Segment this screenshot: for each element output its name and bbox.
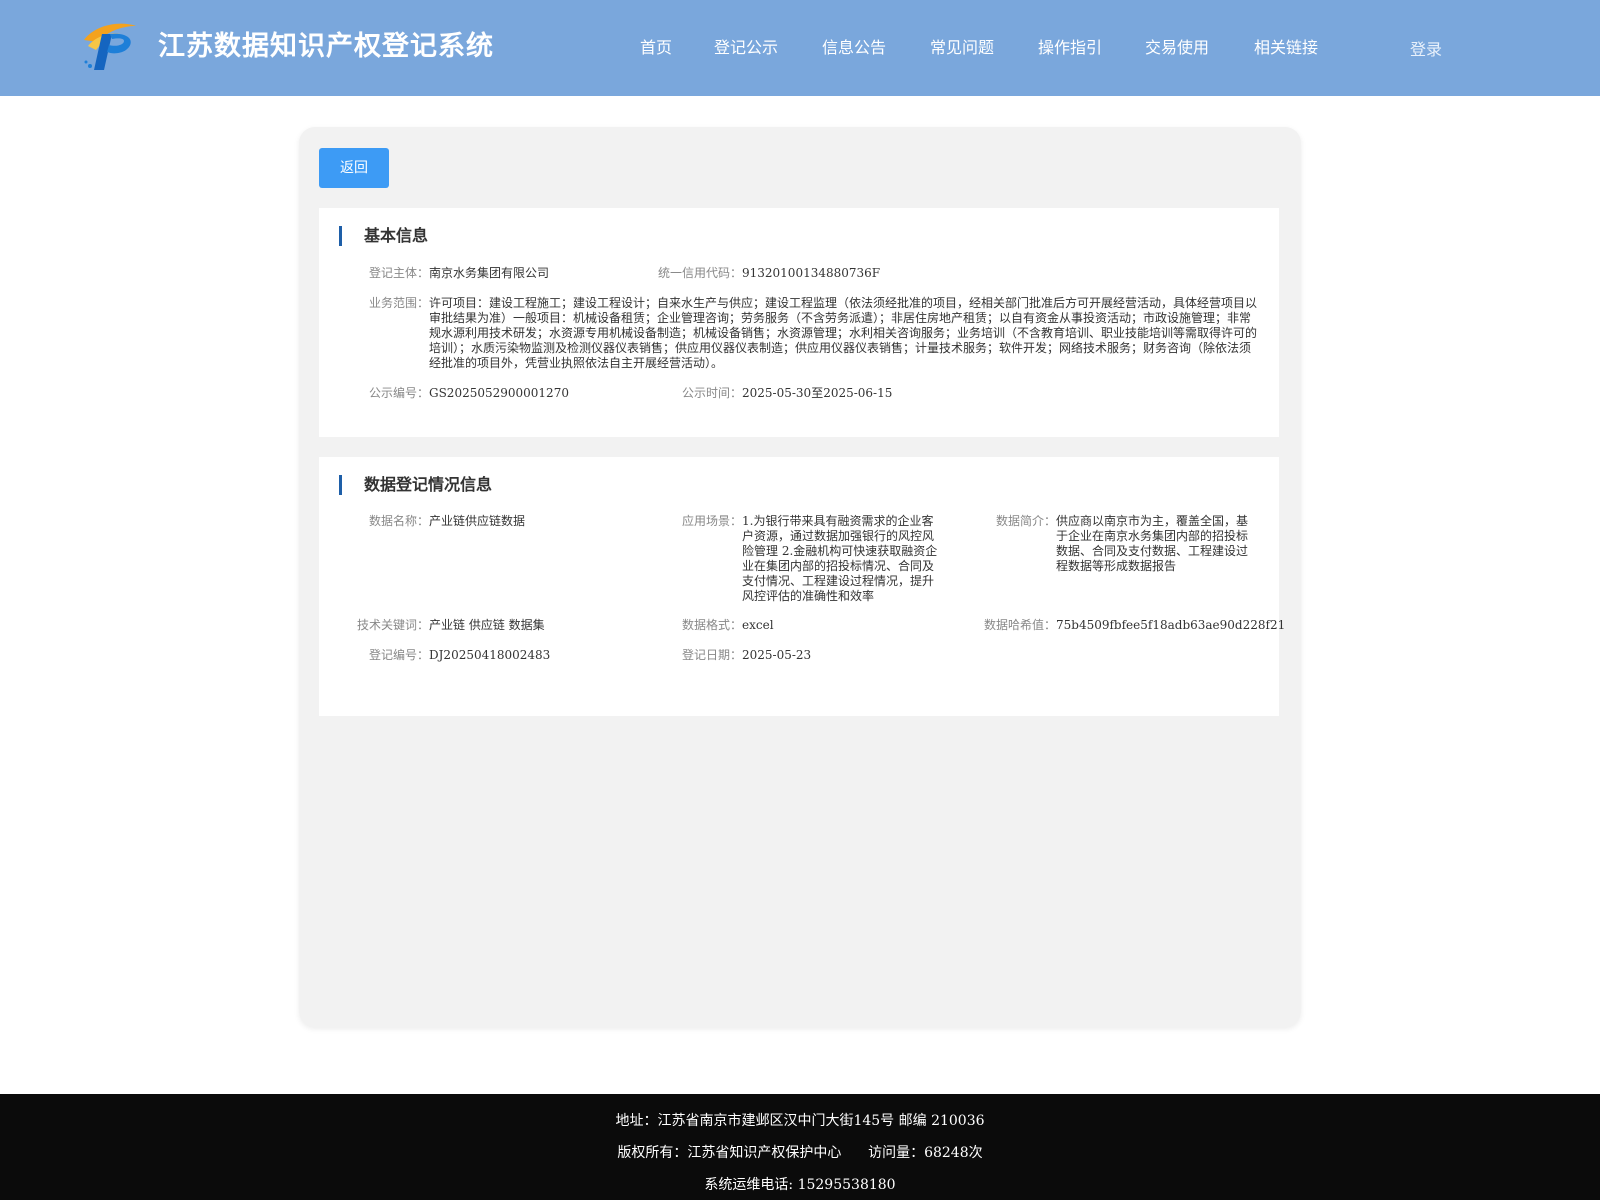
nav-registration-notice[interactable]: 登记公示 — [714, 34, 778, 58]
section-title-data-registration: 数据登记情况信息 — [339, 475, 492, 495]
data-registration-card: 数据登记情况信息 数据名称： 产业链供应链数据 应用场景： 1.为银行带来具有融… — [319, 457, 1286, 716]
field-label: 统一信用代码： — [657, 266, 742, 280]
nav-announcements[interactable]: 信息公告 — [822, 34, 886, 58]
field-value: 1.为银行带来具有融资需求的企业客户资源，通过数据加强银行的风控风险管理 2.金… — [742, 514, 938, 603]
field-value: GS2025052900001270 — [429, 386, 569, 400]
field-business-scope: 业务范围： 许可项目：建设工程施工；建设工程设计；自来水生产与供应；建设工程监理… — [369, 296, 1259, 371]
field-label: 登记日期： — [681, 648, 742, 662]
back-button[interactable]: 返回 — [319, 148, 389, 188]
field-label: 技术关键词： — [356, 618, 429, 632]
field-value: 许可项目：建设工程施工；建设工程设计；自来水生产与供应；建设工程监理（依法须经批… — [429, 296, 1258, 370]
field-value: excel — [742, 618, 774, 632]
field-registration-number: 登记编号： DJ20250418002483 — [369, 648, 629, 663]
field-label: 数据名称： — [368, 514, 429, 528]
footer-copyright: 版权所有：江苏省知识产权保护中心 访问量：68248次 — [617, 1145, 983, 1161]
nav-trade-use[interactable]: 交易使用 — [1145, 34, 1209, 58]
field-label: 公示时间： — [681, 386, 742, 400]
field-data-format: 数据格式： excel — [682, 618, 942, 633]
footer-hotline: 系统运维电话: 15295538180 — [704, 1177, 896, 1193]
field-registrant: 登记主体： 南京水务集团有限公司 — [369, 266, 629, 281]
field-value: 91320100134880736F — [742, 266, 881, 280]
site-footer: 地址：江苏省南京市建邺区汉中门大街145号 邮编 210036 版权所有：江苏省… — [0, 1094, 1600, 1200]
field-label: 应用场景： — [681, 514, 742, 528]
field-data-name: 数据名称： 产业链供应链数据 — [369, 514, 629, 529]
field-value: 产业链 供应链 数据集 — [429, 618, 545, 632]
field-data-intro: 数据简介： 供应商以南京市为主，覆盖全国，基于企业在南京水务集团内部的招投标数据… — [996, 514, 1252, 574]
field-label: 数据哈希值： — [983, 618, 1056, 632]
field-label: 登记编号： — [368, 648, 429, 662]
nav-related-links[interactable]: 相关链接 — [1254, 34, 1318, 58]
field-label: 数据简介： — [995, 514, 1056, 528]
footer-address: 地址：江苏省南京市建邺区汉中门大街145号 邮编 210036 — [615, 1113, 985, 1129]
field-value: 75b4509fbfee5f18adb63ae90d228f21 — [1056, 618, 1286, 632]
field-label: 业务范围： — [368, 296, 429, 310]
section-title-basic-info: 基本信息 — [339, 226, 428, 246]
field-label: 公示编号： — [368, 386, 429, 400]
login-link[interactable]: 登录 — [1410, 36, 1442, 60]
field-notice-number: 公示编号： GS2025052900001270 — [369, 386, 689, 401]
field-value: DJ20250418002483 — [429, 648, 551, 662]
field-tech-keywords: 技术关键词： 产业链 供应链 数据集 — [357, 618, 629, 633]
field-value: 供应商以南京市为主，覆盖全国，基于企业在南京水务集团内部的招投标数据、合同及支付… — [1056, 514, 1249, 573]
field-notice-period: 公示时间： 2025-05-30至2025-06-15 — [682, 386, 1042, 401]
nav-faq[interactable]: 常见问题 — [930, 34, 994, 58]
field-credit-code: 统一信用代码： 91320100134880736F — [658, 266, 1042, 281]
nav-home[interactable]: 首页 — [640, 34, 672, 58]
field-registration-date: 登记日期： 2025-05-23 — [682, 648, 942, 663]
field-application-scenario: 应用场景： 1.为银行带来具有融资需求的企业客户资源，通过数据加强银行的风控风险… — [682, 514, 942, 604]
top-header: 江苏数据知识产权登记系统 首页 登记公示 信息公告 常见问题 操作指引 交易使用… — [0, 0, 1600, 96]
field-value: 南京水务集团有限公司 — [429, 266, 550, 280]
field-label: 数据格式： — [681, 618, 742, 632]
field-data-hash: 数据哈希值： 75b4509fbfee5f18adb63ae90d228f21 — [984, 618, 1286, 633]
basic-info-card: 基本信息 登记主体： 南京水务集团有限公司 统一信用代码： 9132010013… — [319, 208, 1279, 437]
main-nav: 首页 登记公示 信息公告 常见问题 操作指引 交易使用 相关链接 — [0, 34, 1600, 58]
field-value: 2025-05-30至2025-06-15 — [742, 386, 893, 400]
field-value: 2025-05-23 — [742, 648, 812, 662]
field-value: 产业链供应链数据 — [429, 514, 526, 528]
field-label: 登记主体： — [368, 266, 429, 280]
nav-guide[interactable]: 操作指引 — [1038, 34, 1102, 58]
detail-panel: 返回 基本信息 登记主体： 南京水务集团有限公司 统一信用代码： 9132010… — [299, 127, 1301, 1027]
